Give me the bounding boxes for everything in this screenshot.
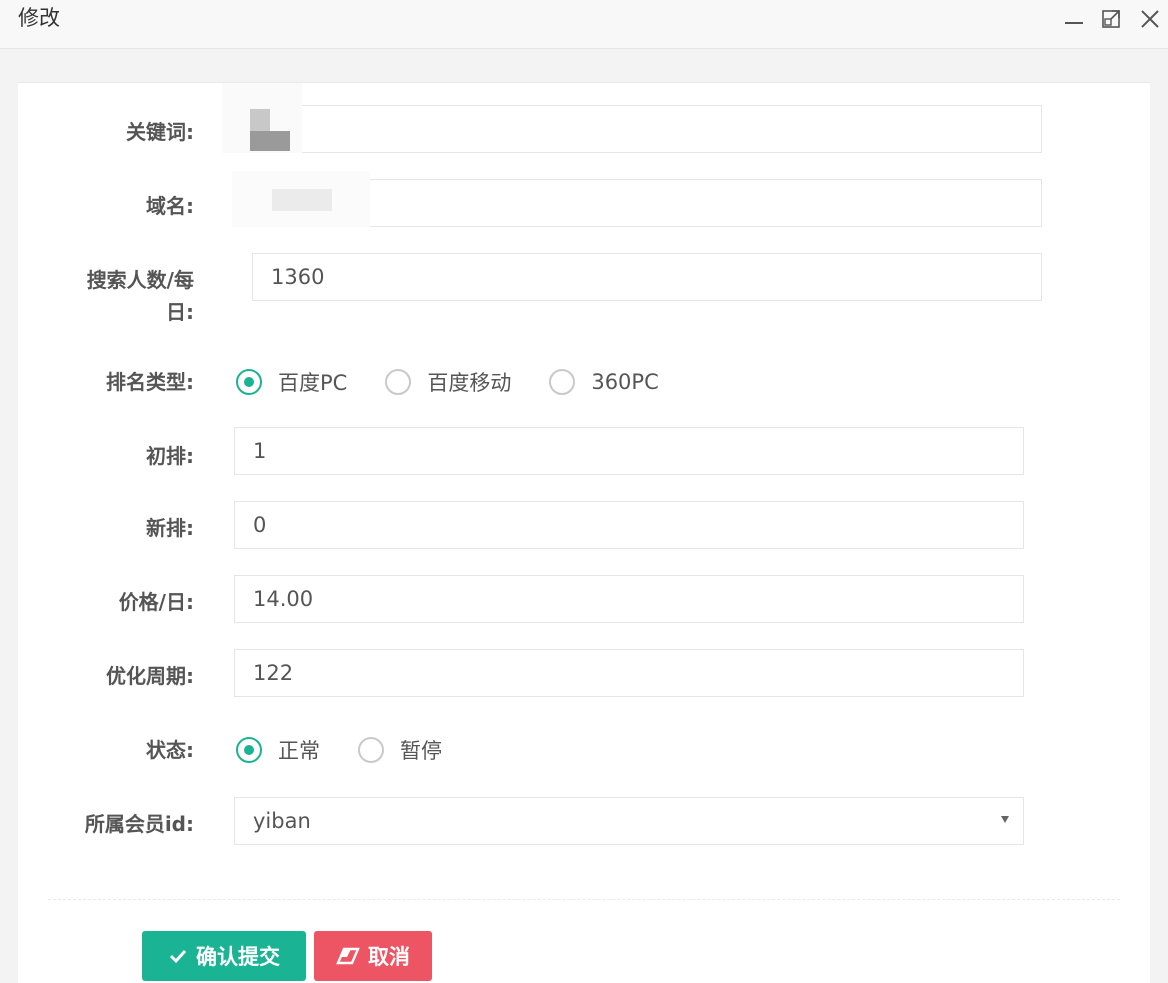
- eraser-icon: [336, 947, 360, 965]
- new-rank-label: 新排:: [146, 516, 194, 540]
- status-label: 状态:: [146, 738, 194, 762]
- redaction-patch: [250, 131, 290, 151]
- initial-rank-input[interactable]: 1: [234, 427, 1024, 475]
- optimize-period-input[interactable]: 122: [234, 649, 1024, 697]
- cancel-button[interactable]: 取消: [314, 931, 432, 981]
- radio-unchecked-icon[interactable]: [358, 737, 384, 763]
- search-count-label-line1: 搜索人数/每: [86, 268, 194, 292]
- keyword-label: 关键词:: [126, 120, 194, 144]
- radio-checked-icon[interactable]: [236, 369, 262, 395]
- rank-type-option-baidu-mobile[interactable]: 百度移动: [385, 367, 511, 397]
- rank-type-option-label: 百度移动: [427, 371, 512, 395]
- redaction-patch: [272, 189, 332, 211]
- radio-unchecked-icon[interactable]: [385, 369, 412, 395]
- dialog-titlebar: 修改: [0, 0, 1168, 49]
- domain-label: 域名:: [146, 194, 194, 218]
- member-id-selected-value: yiban: [253, 809, 311, 833]
- minimize-icon[interactable]: [1062, 6, 1086, 30]
- domain-input[interactable]: [252, 179, 1042, 227]
- status-option-normal[interactable]: 正常: [236, 735, 320, 765]
- search-count-label-line2: 日:: [166, 300, 194, 324]
- member-id-label: 所属会员id:: [84, 812, 194, 836]
- rank-type-radio-group: 百度PC 百度移动 360PC: [236, 367, 697, 397]
- maximize-icon[interactable]: [1100, 6, 1124, 30]
- status-radio-group: 正常 暂停: [236, 735, 480, 765]
- optimize-period-label: 优化周期:: [106, 664, 194, 688]
- rank-type-label: 排名类型:: [106, 370, 194, 394]
- caret-down-icon: [1001, 816, 1009, 823]
- keyword-input[interactable]: [252, 105, 1042, 153]
- dialog-title: 修改: [18, 6, 60, 30]
- submit-button-label: 确认提交: [196, 945, 280, 969]
- search-count-input[interactable]: 1360: [252, 253, 1042, 301]
- form-panel: 关键词: 域名: 搜索人数/每 日: 1360 排名类型: 百度PC 百度移动 …: [18, 82, 1150, 983]
- status-option-paused[interactable]: 暂停: [358, 735, 442, 765]
- cancel-button-label: 取消: [368, 945, 410, 969]
- initial-rank-label: 初排:: [146, 444, 194, 468]
- new-rank-input[interactable]: 0: [234, 501, 1024, 549]
- check-icon: [169, 949, 187, 964]
- rank-type-option-baidu-pc[interactable]: 百度PC: [236, 367, 347, 397]
- radio-checked-icon[interactable]: [236, 737, 262, 763]
- status-option-label: 暂停: [400, 739, 442, 763]
- redaction-patch: [250, 109, 270, 131]
- status-option-label: 正常: [278, 739, 320, 763]
- rank-type-option-360pc[interactable]: 360PC: [549, 369, 659, 395]
- form-divider: [48, 899, 1120, 900]
- rank-type-option-label: 百度PC: [278, 371, 348, 395]
- submit-button[interactable]: 确认提交: [142, 931, 306, 981]
- price-label: 价格/日:: [118, 590, 194, 614]
- radio-unchecked-icon[interactable]: [549, 369, 576, 395]
- price-input[interactable]: 14.00: [234, 575, 1024, 623]
- rank-type-option-label: 360PC: [591, 370, 659, 394]
- close-icon[interactable]: [1138, 6, 1162, 30]
- member-id-select[interactable]: yiban: [234, 797, 1024, 845]
